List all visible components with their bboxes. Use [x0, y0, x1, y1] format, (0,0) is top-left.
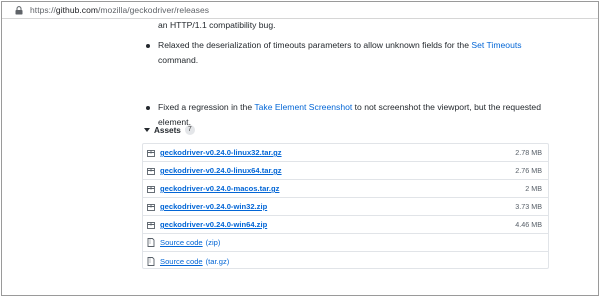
- asset-download-link[interactable]: geckodriver-v0.24.0-macos.tar.gz: [160, 184, 279, 193]
- release-note-fragment: an HTTP/1.1 compatibility bug.: [158, 20, 276, 30]
- asset-size: 2.78 MB: [515, 148, 542, 157]
- release-notes: an HTTP/1.1 compatibility bug. Relaxed t…: [142, 18, 554, 127]
- assets-list: geckodriver-v0.24.0-linux32.tar.gz 2.78 …: [142, 143, 549, 269]
- release-note-item: Fixed a regression in the Take Element S…: [142, 100, 554, 130]
- asset-size: 2.76 MB: [515, 166, 542, 175]
- asset-row[interactable]: geckodriver-v0.24.0-win64.zip 4.46 MB: [143, 216, 548, 234]
- bullet-icon: [146, 44, 150, 48]
- source-code-targz-link[interactable]: Source code: [160, 257, 203, 266]
- asset-size: 4.46 MB: [515, 220, 542, 229]
- package-icon: [147, 184, 157, 194]
- package-icon: [147, 166, 157, 176]
- bullet-icon: [146, 106, 150, 110]
- file-zip-icon: [147, 238, 157, 248]
- assets-title: Assets: [154, 125, 181, 135]
- release-note-text: Relaxed the deserialization of timeouts …: [158, 40, 472, 50]
- url-path: /mozilla/geckodriver/releases: [98, 5, 210, 15]
- package-icon: [147, 148, 157, 158]
- url-host: github.com: [55, 5, 99, 15]
- asset-row[interactable]: geckodriver-v0.24.0-linux64.tar.gz 2.76 …: [143, 162, 548, 180]
- caret-down-icon: [144, 128, 150, 132]
- asset-download-link[interactable]: geckodriver-v0.24.0-win64.zip: [160, 220, 267, 229]
- assets-toggle[interactable]: Assets 7: [142, 125, 195, 135]
- release-note-text: Fixed a regression in the: [158, 102, 255, 112]
- source-code-format: (zip): [205, 238, 221, 247]
- source-code-zip-link[interactable]: Source code: [160, 238, 203, 247]
- asset-size: 3.73 MB: [515, 202, 542, 211]
- asset-row[interactable]: geckodriver-v0.24.0-linux32.tar.gz 2.78 …: [143, 144, 548, 162]
- package-icon: [147, 220, 157, 230]
- source-code-row[interactable]: Source code (tar.gz): [143, 252, 548, 270]
- asset-row[interactable]: geckodriver-v0.24.0-macos.tar.gz 2 MB: [143, 180, 548, 198]
- release-note-item: Relaxed the deserialization of timeouts …: [142, 38, 554, 68]
- source-code-row[interactable]: Source code (zip): [143, 234, 548, 252]
- take-element-screenshot-link[interactable]: Take Element Screenshot: [254, 102, 352, 112]
- url-prefix: https://: [30, 5, 56, 15]
- set-timeouts-link[interactable]: Set Timeouts: [471, 40, 521, 50]
- release-note-text: command.: [158, 55, 199, 65]
- address-bar[interactable]: https://github.com/mozilla/geckodriver/r…: [2, 2, 598, 19]
- asset-size: 2 MB: [525, 184, 542, 193]
- url-text[interactable]: https://github.com/mozilla/geckodriver/r…: [30, 5, 209, 15]
- source-code-format: (tar.gz): [205, 256, 230, 266]
- asset-download-link[interactable]: geckodriver-v0.24.0-linux64.tar.gz: [160, 166, 282, 175]
- file-zip-icon: [147, 256, 157, 266]
- asset-row[interactable]: geckodriver-v0.24.0-win32.zip 3.73 MB: [143, 198, 548, 216]
- assets-count-badge: 7: [184, 125, 195, 135]
- asset-download-link[interactable]: geckodriver-v0.24.0-linux32.tar.gz: [160, 148, 282, 157]
- package-icon: [147, 202, 157, 212]
- lock-icon[interactable]: [10, 2, 28, 18]
- asset-download-link[interactable]: geckodriver-v0.24.0-win32.zip: [160, 202, 267, 211]
